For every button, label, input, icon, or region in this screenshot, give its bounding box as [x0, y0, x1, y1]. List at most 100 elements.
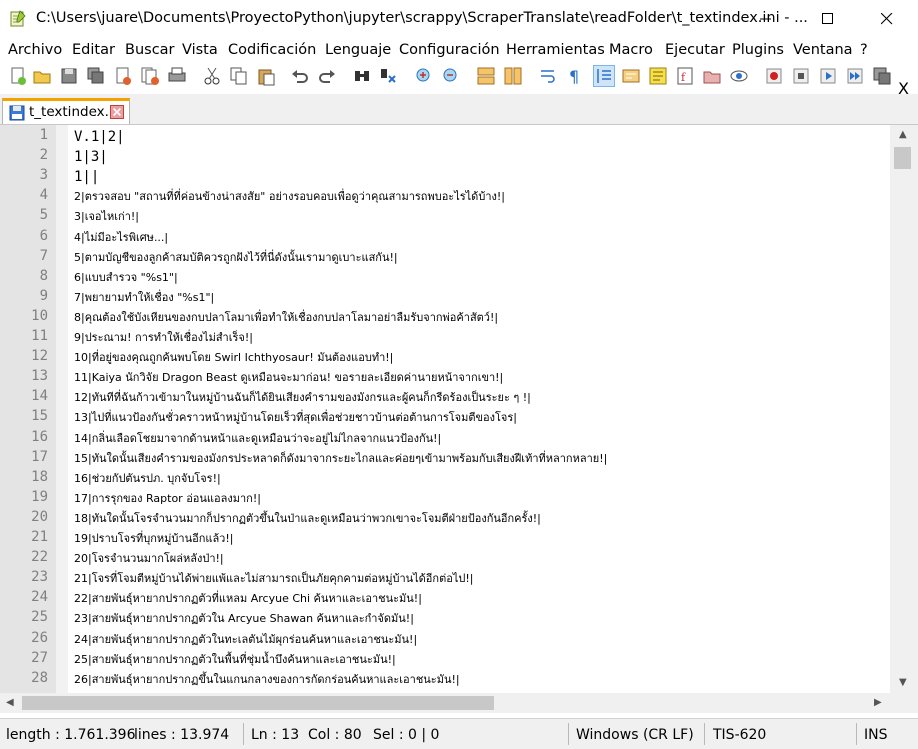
record-macro-icon[interactable] [764, 66, 784, 86]
status-eol[interactable]: Windows (CR LF) [576, 727, 694, 743]
line-number: 20 [31, 509, 48, 525]
line-number: 19 [31, 489, 48, 505]
save-macro-icon[interactable] [872, 66, 892, 86]
run-macro-multiple-icon[interactable] [845, 66, 865, 86]
document-map-icon[interactable] [648, 66, 668, 86]
menu-lenguaje[interactable]: Lenguaje [325, 42, 391, 58]
text-line: 12|ทันทีที่ฉันก้าวเข้ามาในหมู่บ้านฉันก็ไ… [74, 391, 531, 404]
menu-plugins[interactable]: Plugins [732, 42, 784, 58]
close-file-icon[interactable] [113, 66, 133, 86]
maximize-button[interactable] [803, 0, 853, 38]
menu-ejecutar[interactable]: Ejecutar [665, 42, 725, 58]
open-file-icon[interactable] [32, 66, 52, 86]
close-window-button[interactable] [862, 0, 912, 38]
sync-vertical-icon[interactable] [476, 66, 496, 86]
folder-as-workspace-icon[interactable] [702, 66, 722, 86]
notepad-plus-plus-icon [10, 10, 26, 27]
menu-macro[interactable]: Macro [609, 42, 653, 58]
tab-t-textindex[interactable]: t_textindex.ini [2, 98, 130, 124]
menu-buscar[interactable]: Buscar [125, 42, 175, 58]
find-icon[interactable] [352, 66, 372, 86]
tab-bar: t_textindex.ini [0, 94, 918, 125]
new-file-icon[interactable] [8, 66, 28, 86]
scroll-down-arrow-icon[interactable]: ▼ [899, 677, 907, 688]
play-macro-icon[interactable] [818, 66, 838, 86]
function-list-icon[interactable]: f [675, 66, 695, 86]
window-title: C:\Users\juare\Documents\ProyectoPython\… [36, 10, 808, 26]
status-lines: lines : 13.974 [134, 727, 230, 743]
status-separator [568, 723, 569, 745]
line-number: 5 [39, 207, 48, 223]
menu-configuracion[interactable]: Configuración [399, 42, 500, 58]
menu-vista[interactable]: Vista [182, 42, 218, 58]
cut-icon[interactable] [202, 66, 222, 86]
line-number: 10 [31, 308, 48, 324]
line-number: 21 [31, 529, 48, 545]
line-number: 1 [39, 127, 48, 143]
horizontal-scrollbar[interactable]: ◀ ▶ [0, 693, 890, 713]
text-line: 21|โจรที่โจมตีหมู่บ้านได้พ่ายแพ้และไม่สา… [74, 572, 474, 585]
text-area[interactable]: V.1|2| 1|3| 1|| 2|ตรวจสอบ "สถานที่ที่ค่อนข้… [68, 125, 890, 693]
paste-icon[interactable] [256, 66, 276, 86]
vertical-scrollbar[interactable]: ▲ ▼ [890, 125, 918, 693]
copy-icon[interactable] [229, 66, 249, 86]
word-wrap-icon[interactable] [538, 66, 558, 86]
text-line: 11|Kaiya นักวิจัย Dragon Beast ดูเหมือนจ… [74, 371, 504, 384]
menu-editar[interactable]: Editar [72, 42, 115, 58]
line-number: 14 [31, 388, 48, 404]
scroll-right-arrow-icon[interactable]: ▶ [874, 697, 882, 708]
menu-ventana[interactable]: Ventana [793, 42, 853, 58]
minimize-icon [760, 18, 771, 20]
zoom-in-icon[interactable] [414, 66, 434, 86]
line-number: 22 [31, 549, 48, 565]
menu-bar: Archivo Editar Buscar Vista Codificación… [0, 39, 918, 98]
replace-icon[interactable] [379, 66, 399, 86]
undo-icon[interactable] [290, 66, 310, 86]
menu-herramientas[interactable]: Herramientas [506, 42, 605, 58]
line-number: 15 [31, 408, 48, 424]
editor[interactable]: 1 2 3 4 5 6 7 8 9 10 11 12 13 14 15 16 17 18 19 20 21 22 23 24 2… [0, 125, 918, 693]
indent-guide-icon[interactable] [593, 65, 615, 87]
maximize-icon [822, 13, 833, 24]
status-column: Col : 80 [308, 727, 362, 743]
text-line: V.1|2| [74, 129, 125, 145]
zoom-out-icon[interactable] [441, 66, 461, 86]
menu-archivo[interactable]: Archivo [8, 42, 62, 58]
menu-help[interactable]: ? [860, 42, 868, 58]
stop-record-icon[interactable] [791, 66, 811, 86]
save-icon[interactable] [59, 66, 79, 86]
text-line: 17|การรุกของ Raptor อ่อนแอลงมาก!| [74, 492, 261, 505]
minimize-button[interactable] [741, 0, 791, 38]
line-number: 16 [31, 429, 48, 445]
line-number: 4 [39, 187, 48, 203]
scroll-up-arrow-icon[interactable]: ▲ [899, 129, 907, 140]
text-line: 13|ไปที่แนวป้องกันชั่วคราวหน้าหมู่บ้านโด… [74, 411, 517, 424]
print-icon[interactable] [167, 66, 187, 86]
monitoring-icon[interactable] [729, 66, 749, 86]
text-line: 22|สายพันธุ์หายากปรากฏตัวที่แหลม Arcyue … [74, 592, 422, 605]
save-all-icon[interactable] [86, 66, 106, 86]
status-encoding[interactable]: TIS-620 [713, 727, 766, 743]
fold-margin [56, 125, 68, 693]
toolbar: ¶ f [0, 64, 918, 90]
status-insert-mode[interactable]: INS [864, 727, 888, 743]
show-all-characters-icon[interactable]: ¶ [565, 66, 585, 86]
tab-close-icon[interactable] [110, 105, 124, 119]
redo-icon[interactable] [317, 66, 337, 86]
sync-horizontal-icon[interactable] [503, 66, 523, 86]
menu-codificacion[interactable]: Codificación [228, 42, 316, 58]
scroll-left-arrow-icon[interactable]: ◀ [6, 697, 14, 708]
text-line: 7|พยายามทำให้เชื่อง "%s1"| [74, 291, 215, 304]
file-saved-icon [9, 105, 25, 121]
line-number: 8 [39, 268, 48, 284]
line-number: 12 [31, 348, 48, 364]
vertical-scroll-thumb[interactable] [894, 147, 911, 169]
user-defined-language-icon[interactable] [621, 66, 641, 86]
line-number: 23 [31, 569, 48, 585]
status-selection: Sel : 0 | 0 [373, 727, 440, 743]
horizontal-scroll-thumb[interactable] [22, 696, 494, 710]
line-number: 24 [31, 589, 48, 605]
close-all-icon[interactable] [140, 66, 160, 86]
text-line: 18|ทันใดนั้นโจรจำนวนมากก็ปรากฏตัวขึ้นในป… [74, 512, 541, 525]
line-number: 28 [31, 670, 48, 686]
